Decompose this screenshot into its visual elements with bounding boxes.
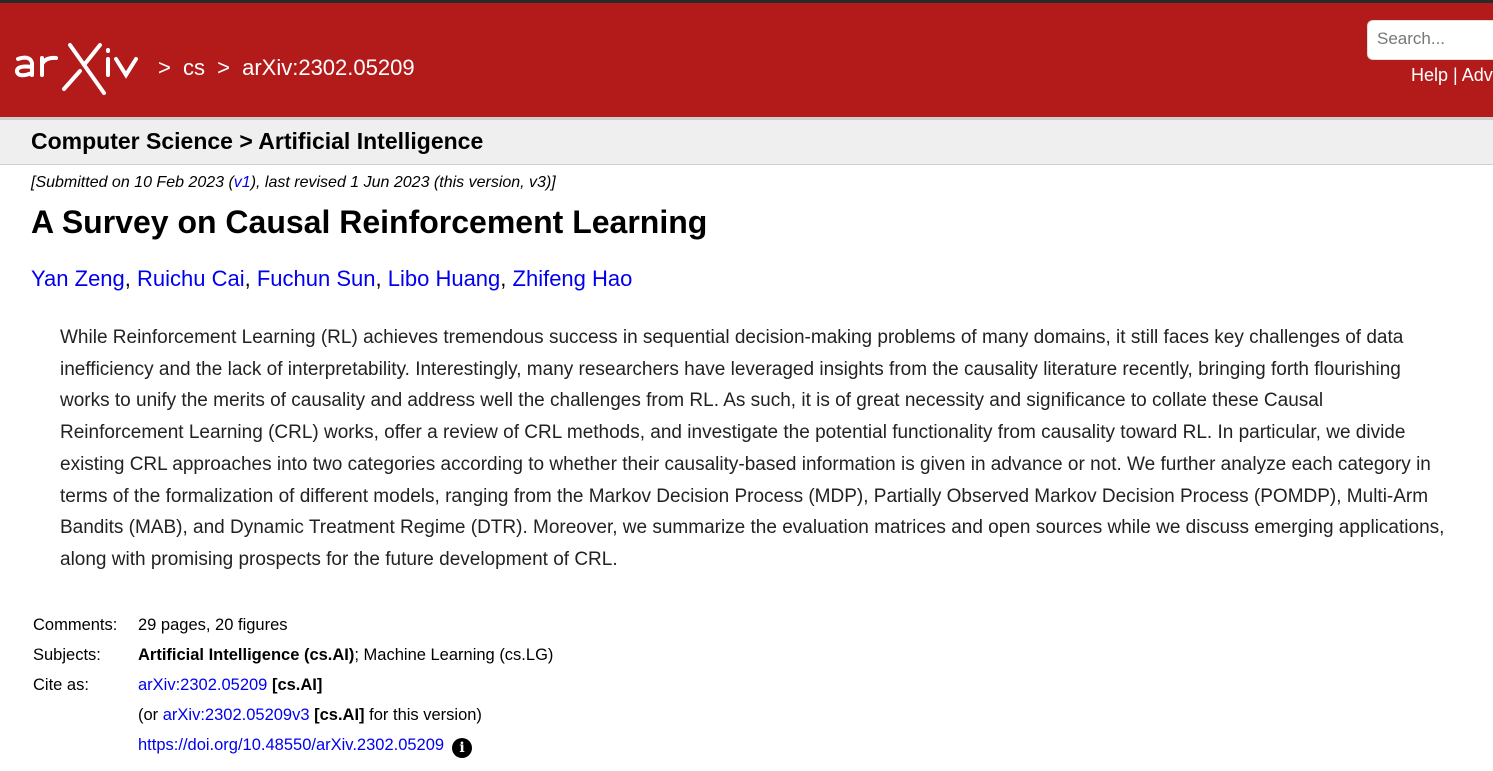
cite-version-prefix: (or [138,706,163,724]
doi-value: https://doi.org/10.48550/arXiv.2302.0520… [138,730,473,760]
author-link[interactable]: Libo Huang [388,266,501,291]
doi-link[interactable]: https://doi.org/10.48550/arXiv.2302.0520… [138,736,444,754]
breadcrumb: > cs > arXiv:2302.05209 [158,55,415,81]
author-link[interactable]: Zhifeng Hao [513,266,633,291]
author-link[interactable]: Yan Zeng [31,266,125,291]
secondary-subjects: ; Machine Learning (cs.LG) [354,646,554,664]
version-v1-link[interactable]: v1 [234,174,251,191]
subject-header: Computer Science > Artificial Intelligen… [0,117,1493,165]
breadcrumb-cs[interactable]: cs [183,55,205,80]
cite-version-suffix: for this version) [364,706,482,724]
help-link[interactable]: Help [1411,65,1448,85]
cite-value: arXiv:2302.05209 [cs.AI] [138,670,322,700]
breadcrumb-sep: > [217,55,230,80]
subjects-value: Artificial Intelligence (cs.AI); Machine… [138,640,553,670]
dateline-suffix: ), last revised 1 Jun 2023 (this version… [250,174,556,191]
advanced-search-link[interactable]: Adv [1462,65,1493,85]
author-list: Yan Zeng, Ruichu Cai, Fuchun Sun, Libo H… [31,266,632,292]
arxiv-logo[interactable] [12,39,152,99]
search-input[interactable]: Search... [1367,20,1493,60]
breadcrumb-sep: > [158,55,171,80]
link-separator: | [1448,65,1462,85]
abstract: While Reinforcement Learning (RL) achiev… [60,327,1445,570]
cite-id-link[interactable]: arXiv:2302.05209 [138,676,267,694]
author-link[interactable]: Ruichu Cai [137,266,245,291]
dateline-prefix: [Submitted on 10 Feb 2023 ( [31,174,234,191]
author-sep: , [500,266,513,291]
author-sep: , [124,266,138,291]
breadcrumb-paper-id: arXiv:2302.05209 [242,55,415,80]
info-icon[interactable]: i [452,738,473,758]
cite-category: [cs.AI] [271,676,323,694]
author-sep: , [375,266,388,291]
top-links: Help | Adv [1411,65,1493,86]
header-bar: > cs > arXiv:2302.05209 Search... Help |… [0,0,1493,117]
cite-label: Cite as: [33,676,89,694]
comments-value: 29 pages, 20 figures [138,616,288,634]
cite-version-link[interactable]: arXiv:2302.05209v3 [163,706,310,724]
cite-version-value: (or arXiv:2302.05209v3 [cs.AI] for this … [138,700,482,730]
author-link[interactable]: Fuchun Sun [257,266,376,291]
cite-version-category: [cs.AI] [314,706,365,724]
comments-label: Comments: [33,616,118,634]
submission-dateline: [Submitted on 10 Feb 2023 (v1), last rev… [31,174,556,192]
primary-subject: Artificial Intelligence (cs.AI) [138,646,355,664]
author-sep: , [244,266,257,291]
subject-title: Computer Science > Artificial Intelligen… [31,128,484,154]
paper-title: A Survey on Causal Reinforcement Learnin… [31,204,708,240]
subjects-label: Subjects: [33,646,101,664]
